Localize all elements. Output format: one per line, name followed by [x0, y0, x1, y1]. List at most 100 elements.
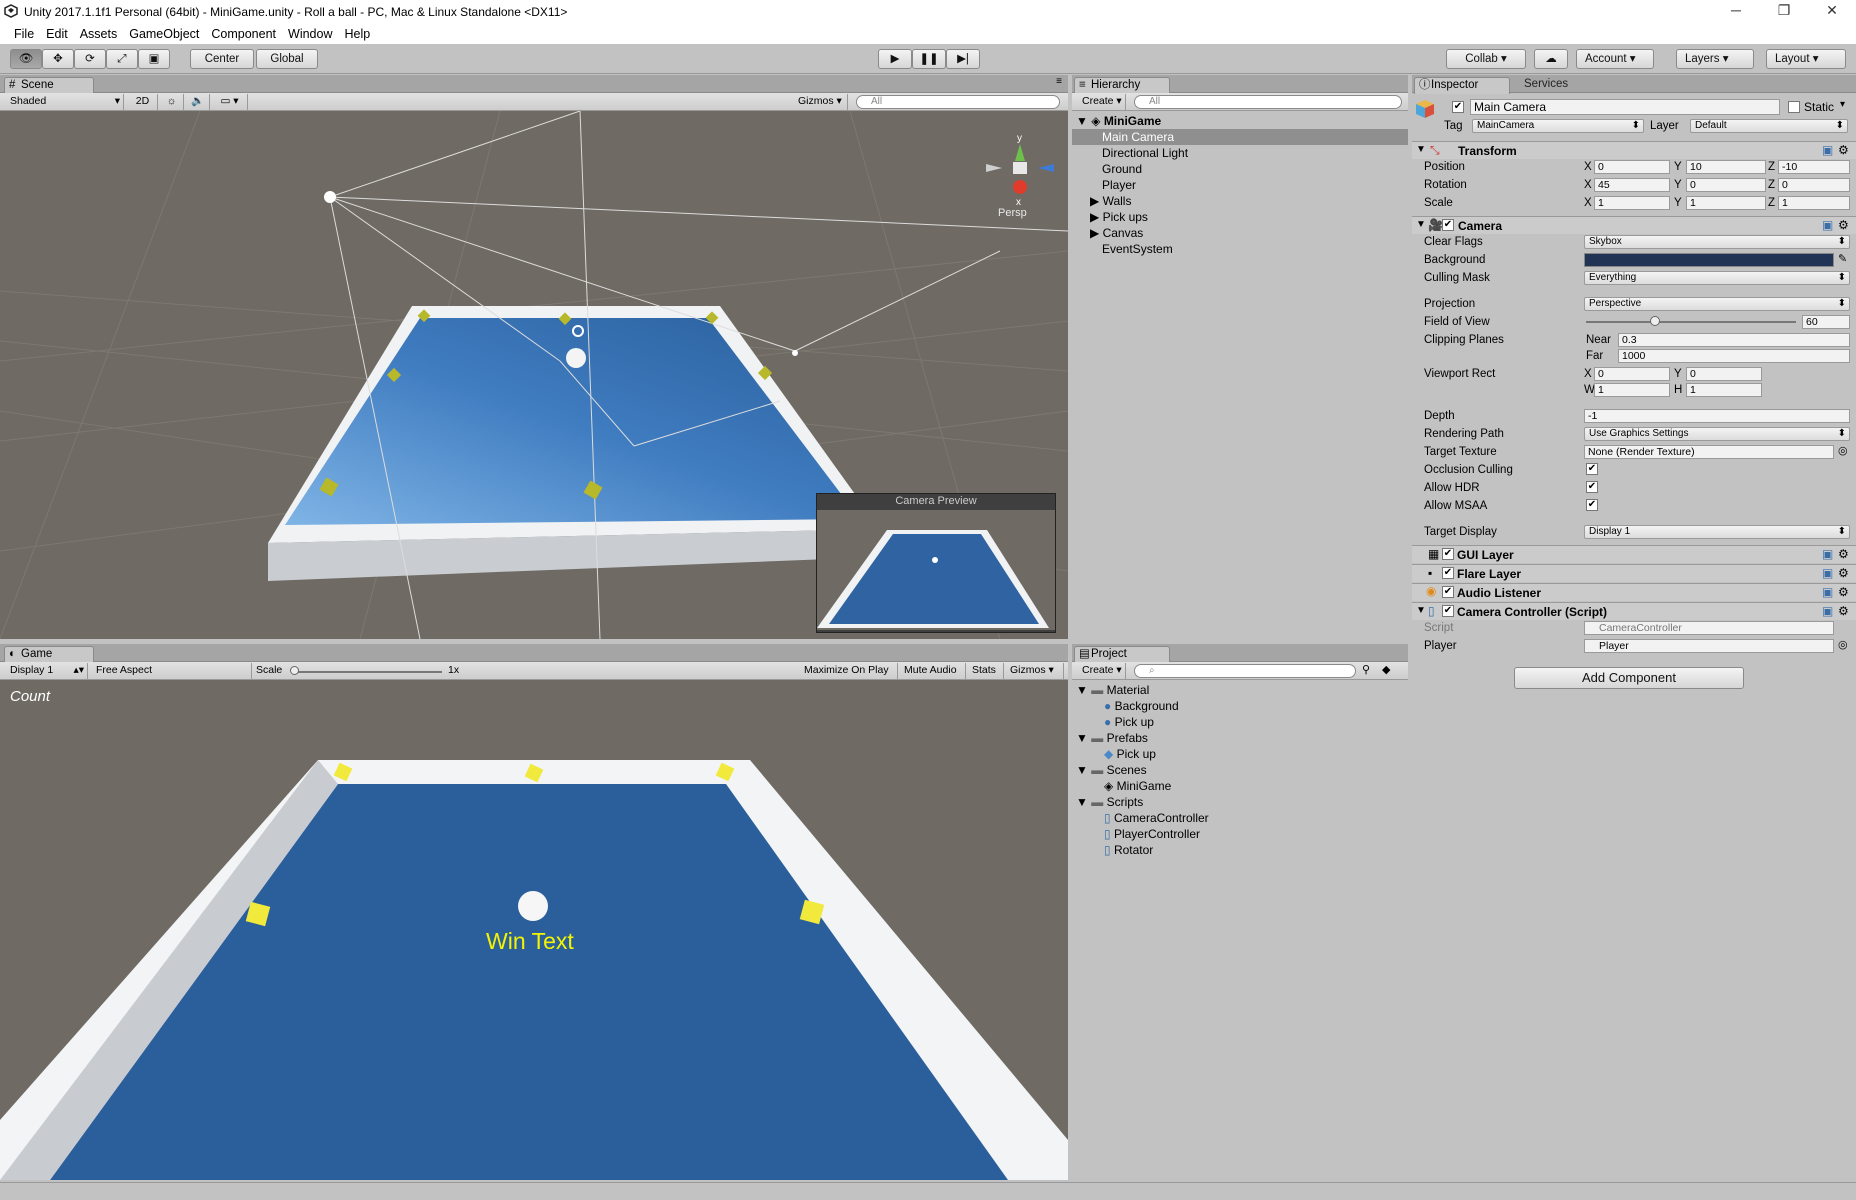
- target-display-dropdown[interactable]: Display 1 ⬍: [1584, 525, 1850, 539]
- camera-header[interactable]: ▼ 🎥 ✔ Camera ▣ ⚙: [1412, 216, 1856, 234]
- project-folder-scenes[interactable]: ▼ ▬ Scenes: [1076, 762, 1147, 778]
- add-component-button[interactable]: Add Component: [1514, 667, 1744, 689]
- viewport-y-field[interactable]: 0: [1686, 367, 1762, 381]
- audio-toggle[interactable]: 🔈: [186, 94, 210, 110]
- expand-arrow-icon[interactable]: ▼: [1076, 795, 1088, 809]
- mute-audio-toggle[interactable]: Mute Audio: [900, 663, 966, 679]
- orientation-gizmo[interactable]: [986, 144, 1054, 194]
- component-settings-gear-icon[interactable]: ⚙: [1838, 585, 1849, 599]
- fov-slider-track[interactable]: [1586, 321, 1796, 323]
- component-settings-gear-icon[interactable]: ⚙: [1838, 604, 1849, 618]
- target-texture-field[interactable]: None (Render Texture): [1584, 445, 1834, 459]
- tab-scene[interactable]: # Scene: [4, 77, 94, 94]
- persp-label[interactable]: Persp: [998, 207, 1027, 219]
- expand-arrow-icon[interactable]: ▶: [1090, 194, 1099, 208]
- menu-assets[interactable]: Assets: [74, 24, 124, 44]
- panel-menu-icon[interactable]: ≡: [1056, 76, 1062, 87]
- move-tool-button[interactable]: ✥: [42, 49, 74, 69]
- scene-gizmos-dropdown[interactable]: Gizmos ▾: [794, 94, 848, 110]
- project-item-pickup-material[interactable]: ● Pick up: [1104, 714, 1154, 730]
- effects-dropdown[interactable]: ▭ ▾: [212, 94, 248, 110]
- clear-flags-dropdown[interactable]: Skybox ⬍: [1584, 235, 1850, 249]
- rotation-z-field[interactable]: 0: [1778, 178, 1850, 192]
- hierarchy-item-eventsystem[interactable]: EventSystem: [1102, 241, 1173, 257]
- restore-button[interactable]: ❐: [1764, 2, 1804, 20]
- menu-edit[interactable]: Edit: [40, 24, 74, 44]
- hierarchy-create-dropdown[interactable]: Create ▾: [1078, 94, 1126, 110]
- expand-arrow-icon[interactable]: ▶: [1090, 210, 1099, 224]
- near-field[interactable]: 0.3: [1618, 333, 1850, 347]
- object-picker-icon[interactable]: ◎: [1838, 638, 1848, 651]
- help-book-icon[interactable]: ▣: [1822, 143, 1833, 157]
- audio-listener-enabled-checkbox[interactable]: ✔: [1442, 586, 1454, 598]
- camera-enabled-checkbox[interactable]: ✔: [1442, 219, 1454, 231]
- project-item-pickup-prefab[interactable]: ◆ Pick up: [1104, 746, 1156, 762]
- hierarchy-item-pickups[interactable]: ▶ Pick ups: [1090, 209, 1148, 225]
- shading-mode-dropdown[interactable]: Shaded ▾: [6, 94, 124, 110]
- project-item-cameracontroller[interactable]: ▯ CameraController: [1104, 810, 1209, 826]
- scene-root-row[interactable]: ▼ ◈ MiniGame: [1072, 113, 1408, 129]
- occlusion-culling-checkbox[interactable]: ✔: [1586, 463, 1598, 475]
- scale-tool-button[interactable]: ⤢: [106, 49, 138, 69]
- static-checkbox[interactable]: [1788, 101, 1800, 113]
- scale-x-field[interactable]: 1: [1594, 196, 1670, 210]
- filter-by-type-icon[interactable]: ⚲: [1362, 663, 1370, 676]
- eyedropper-icon[interactable]: ✎: [1838, 252, 1847, 265]
- component-settings-gear-icon[interactable]: ⚙: [1838, 566, 1849, 580]
- tab-inspector[interactable]: ⓘ Inspector: [1414, 77, 1510, 94]
- hand-tool-button[interactable]: 👁: [10, 49, 42, 69]
- menu-component[interactable]: Component: [205, 24, 282, 44]
- position-z-field[interactable]: -10: [1778, 160, 1850, 174]
- pause-button[interactable]: ❚❚: [912, 49, 946, 69]
- component-settings-gear-icon[interactable]: ⚙: [1838, 218, 1849, 232]
- active-checkbox[interactable]: ✔: [1452, 101, 1464, 113]
- maximize-on-play-toggle[interactable]: Maximize On Play: [800, 663, 898, 679]
- fov-field[interactable]: 60: [1802, 315, 1850, 329]
- audio-listener-header[interactable]: ◉ ✔ Audio Listener ▣ ⚙: [1412, 583, 1856, 601]
- hierarchy-item-main-camera[interactable]: Main Camera: [1072, 129, 1408, 145]
- pivot-global-button[interactable]: Global: [256, 49, 318, 69]
- project-item-playercontroller[interactable]: ▯ PlayerController: [1104, 826, 1200, 842]
- allow-msaa-checkbox[interactable]: ✔: [1586, 499, 1598, 511]
- hierarchy-item-walls[interactable]: ▶ Walls: [1090, 193, 1131, 209]
- transform-header[interactable]: ▼ ⤡ Transform ▣ ⚙: [1412, 141, 1856, 159]
- hierarchy-item-canvas[interactable]: ▶ Canvas: [1090, 225, 1143, 241]
- static-dropdown-arrow-icon[interactable]: ▾: [1840, 99, 1845, 110]
- viewport-w-field[interactable]: 1: [1594, 383, 1670, 397]
- 2d-toggle[interactable]: 2D: [128, 94, 158, 110]
- background-color-field[interactable]: [1584, 253, 1834, 267]
- project-search-input[interactable]: ⌕: [1134, 664, 1356, 678]
- help-book-icon[interactable]: ▣: [1822, 604, 1833, 618]
- object-picker-icon[interactable]: ◎: [1838, 444, 1848, 457]
- project-item-background[interactable]: ● Background: [1104, 698, 1179, 714]
- fold-arrow-icon[interactable]: ▼: [1416, 219, 1426, 230]
- flare-layer-header[interactable]: ▪ ✔ Flare Layer ▣ ⚙: [1412, 564, 1856, 582]
- expand-arrow-icon[interactable]: ▶: [1090, 226, 1099, 240]
- minimize-button[interactable]: ─: [1716, 2, 1756, 20]
- cloud-button[interactable]: ☁: [1534, 49, 1568, 69]
- project-folder-material[interactable]: ▼ ▬ Material: [1076, 682, 1149, 698]
- rendering-path-dropdown[interactable]: Use Graphics Settings ⬍: [1584, 427, 1850, 441]
- tab-services[interactable]: Services: [1512, 77, 1592, 93]
- rect-tool-button[interactable]: ▣: [138, 49, 170, 69]
- component-settings-gear-icon[interactable]: ⚙: [1838, 547, 1849, 561]
- scale-slider-thumb[interactable]: [290, 666, 299, 675]
- step-button[interactable]: ▶|: [946, 49, 980, 69]
- aspect-dropdown[interactable]: Free Aspect: [92, 663, 252, 679]
- fold-arrow-icon[interactable]: ▼: [1416, 144, 1426, 155]
- culling-mask-dropdown[interactable]: Everything ⬍: [1584, 271, 1850, 285]
- play-button[interactable]: ▶: [878, 49, 912, 69]
- layout-dropdown[interactable]: Layout ▾: [1766, 49, 1846, 69]
- camera-controller-header[interactable]: ▼ ▯ ✔ Camera Controller (Script) ▣ ⚙: [1412, 602, 1856, 620]
- menu-gameobject[interactable]: GameObject: [123, 24, 205, 44]
- project-folder-scripts[interactable]: ▼ ▬ Scripts: [1076, 794, 1143, 810]
- gui-layer-header[interactable]: ▦ ✔ GUI Layer ▣ ⚙: [1412, 545, 1856, 563]
- allow-hdr-checkbox[interactable]: ✔: [1586, 481, 1598, 493]
- scene-search-input[interactable]: All: [856, 95, 1060, 109]
- collab-button[interactable]: Collab ▾: [1446, 49, 1526, 69]
- project-item-rotator[interactable]: ▯ Rotator: [1104, 842, 1153, 858]
- layers-dropdown[interactable]: Layers ▾: [1676, 49, 1754, 69]
- player-field[interactable]: Player: [1584, 639, 1834, 653]
- layer-dropdown[interactable]: Default ⬍: [1690, 119, 1848, 133]
- project-item-minigame-scene[interactable]: ◈ MiniGame: [1104, 778, 1171, 794]
